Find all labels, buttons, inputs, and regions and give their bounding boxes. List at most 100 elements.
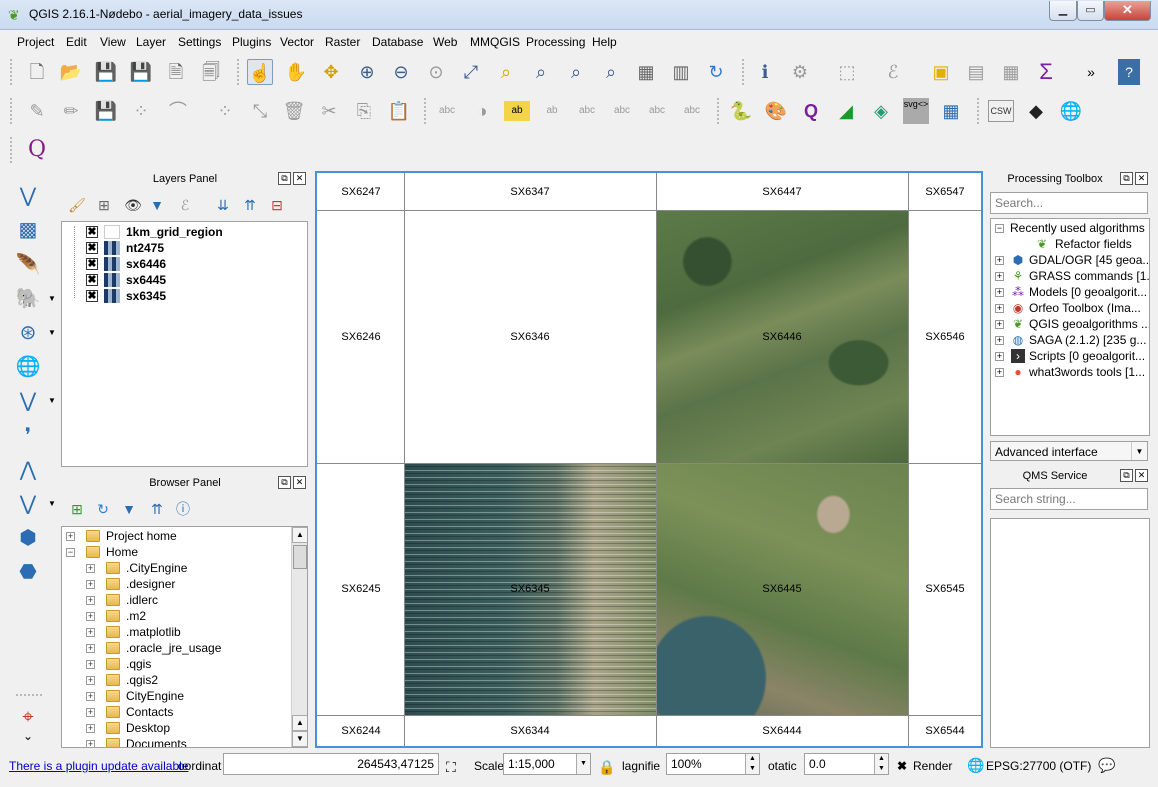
browser-item[interactable]: + Documents: [62, 737, 302, 747]
csw-icon[interactable]: CSW: [988, 100, 1014, 122]
properties-icon[interactable]: ⓘ: [170, 496, 196, 522]
qms-search-input[interactable]: Search string...: [990, 488, 1148, 510]
scroll-down-button[interactable]: ▼: [292, 731, 307, 747]
filter-by-expression-icon[interactable]: ℰ: [172, 192, 198, 218]
change-label-icon[interactable]: abc: [679, 98, 705, 124]
expand-toggle[interactable]: +: [995, 320, 1004, 329]
toolbar-grip[interactable]: [10, 98, 14, 124]
spin-arrows[interactable]: ▲ ▼: [874, 754, 888, 774]
layer-diagram-icon[interactable]: ◑: [469, 98, 495, 124]
cut-features-icon[interactable]: ✂: [316, 98, 342, 124]
add-group-icon[interactable]: ⊞: [91, 192, 117, 218]
toolbar-grip[interactable]: [10, 137, 14, 163]
expand-toggle[interactable]: −: [66, 548, 75, 557]
menu-web[interactable]: Web: [433, 35, 457, 49]
browser-item[interactable]: + .CityEngine: [62, 561, 302, 577]
browser-item[interactable]: + Project home: [62, 529, 302, 545]
current-edits-icon[interactable]: ✎: [24, 98, 50, 124]
crosshair-icon[interactable]: ⌖: [14, 703, 42, 731]
menu-processing[interactable]: Processing: [526, 35, 585, 49]
expand-toggle[interactable]: +: [86, 708, 95, 717]
menu-vector[interactable]: Vector: [280, 35, 314, 49]
pan-map-icon[interactable]: ✋: [283, 59, 309, 85]
layer-visibility-checkbox[interactable]: ✖: [86, 290, 98, 302]
save-project-icon[interactable]: 💾: [93, 59, 119, 85]
scale-combo[interactable]: 1:15,000 ▼: [503, 753, 591, 775]
new-print-composer-icon[interactable]: 🗎: [163, 59, 189, 85]
help-icon[interactable]: ?: [1118, 59, 1140, 85]
expand-toggle[interactable]: +: [66, 532, 75, 541]
coordinate-field[interactable]: 264543,47125: [223, 753, 439, 775]
menu-mmqgis[interactable]: MMQGIS: [470, 35, 520, 49]
minimize-button[interactable]: ▁: [1049, 1, 1077, 21]
move-feature-icon[interactable]: ⁘: [212, 98, 238, 124]
save-edits-icon[interactable]: 💾: [93, 98, 119, 124]
run-feature-action-icon[interactable]: ⚙: [787, 59, 813, 85]
new-project-icon[interactable]: 🗋: [24, 59, 50, 85]
collapse-all-icon[interactable]: ⇈: [237, 192, 263, 218]
zoom-to-selection-icon[interactable]: ⌕: [493, 59, 519, 85]
toggle-editing-icon[interactable]: ✏: [58, 98, 84, 124]
crs-globe-icon[interactable]: 🌐: [967, 757, 984, 774]
close-panel-button[interactable]: ✕: [293, 476, 306, 489]
add-oracle-layer-icon[interactable]: ⬣: [14, 558, 42, 586]
identify-features-icon[interactable]: ℹ: [752, 59, 778, 85]
refresh-browser-icon[interactable]: ↻: [90, 496, 116, 522]
collapse-all-icon[interactable]: ⇈: [144, 496, 170, 522]
new-shapefile-layer-icon[interactable]: ⋁: [14, 490, 56, 518]
profile-tool-icon[interactable]: ◢: [833, 98, 859, 124]
toolbar-grip[interactable]: [717, 98, 721, 124]
open-project-icon[interactable]: 📂: [58, 59, 84, 85]
lock-scale-icon[interactable]: 🔒: [598, 759, 615, 776]
zoom-to-layer-icon[interactable]: ⌕: [528, 59, 554, 85]
select-by-expression-icon[interactable]: ℰ: [880, 59, 906, 85]
statistical-summary-icon[interactable]: Σ: [1033, 59, 1059, 85]
expand-toggle[interactable]: +: [995, 304, 1004, 313]
qgis-cloud-plugin-icon[interactable]: Q: [24, 137, 50, 163]
expand-toggle[interactable]: +: [86, 724, 95, 733]
close-panel-button[interactable]: ✕: [293, 172, 306, 185]
node-tool-icon[interactable]: ⤡: [247, 98, 273, 124]
save-as-icon[interactable]: 💾: [128, 59, 154, 85]
toolbar-grip[interactable]: [742, 59, 746, 85]
float-panel-button[interactable]: ⧉: [278, 172, 291, 185]
layer-visibility-checkbox[interactable]: ✖: [86, 242, 98, 254]
add-wcs-layer-icon[interactable]: ⬢: [14, 524, 42, 552]
field-calculator-icon[interactable]: ▦: [998, 59, 1024, 85]
toolbar-grip[interactable]: [237, 59, 241, 85]
browser-item[interactable]: + Desktop: [62, 721, 302, 737]
menu-edit[interactable]: Edit: [66, 35, 87, 49]
expand-toggle[interactable]: +: [995, 288, 1004, 297]
zoom-last-icon[interactable]: ⌕: [563, 59, 589, 85]
add-wms-layer-icon[interactable]: ⊛: [14, 319, 56, 347]
interface-mode-select[interactable]: Advanced interface ▼: [990, 441, 1148, 461]
expand-toggle[interactable]: +: [86, 676, 95, 685]
close-panel-button[interactable]: ✕: [1135, 469, 1148, 482]
toolbar-overflow-icon[interactable]: »: [1078, 59, 1104, 85]
layer-row[interactable]: ✖ sx6446: [62, 256, 302, 272]
float-panel-button[interactable]: ⧉: [1120, 172, 1133, 185]
expand-toggle[interactable]: +: [86, 660, 95, 669]
browser-item[interactable]: − Home: [62, 545, 302, 561]
add-circular-string-icon[interactable]: ⌒: [165, 98, 191, 124]
svg-export-icon[interactable]: svg<>: [903, 98, 929, 124]
expand-toggle[interactable]: +: [86, 596, 95, 605]
add-virtual-layer-icon[interactable]: ⋁: [14, 387, 56, 415]
filter-browser-icon[interactable]: ▼: [116, 496, 142, 522]
expand-toggle[interactable]: +: [86, 564, 95, 573]
grid-plugin-icon[interactable]: ▦: [938, 98, 964, 124]
layer-row[interactable]: ✖ nt2475: [62, 240, 302, 256]
qgis-cloud-icon[interactable]: Q: [798, 98, 824, 124]
add-gpx-layer-icon[interactable]: ⋀: [14, 456, 42, 484]
rotation-spinbox[interactable]: 0.0 ▲ ▼: [804, 753, 889, 775]
refresh-icon[interactable]: ↻: [703, 59, 729, 85]
open-attribute-table-icon[interactable]: ▤: [963, 59, 989, 85]
zoom-next-icon[interactable]: ⌕: [598, 59, 624, 85]
highlight-pinned-labels-icon[interactable]: ab: [504, 101, 530, 121]
menu-settings[interactable]: Settings: [178, 35, 221, 49]
pan-to-selection-icon[interactable]: ✥: [318, 59, 344, 85]
layer-row[interactable]: ✖ sx6445: [62, 272, 302, 288]
messages-icon[interactable]: 💬: [1098, 757, 1115, 774]
toolbar-grip[interactable]: [10, 59, 14, 85]
menu-project[interactable]: Project: [17, 35, 54, 49]
